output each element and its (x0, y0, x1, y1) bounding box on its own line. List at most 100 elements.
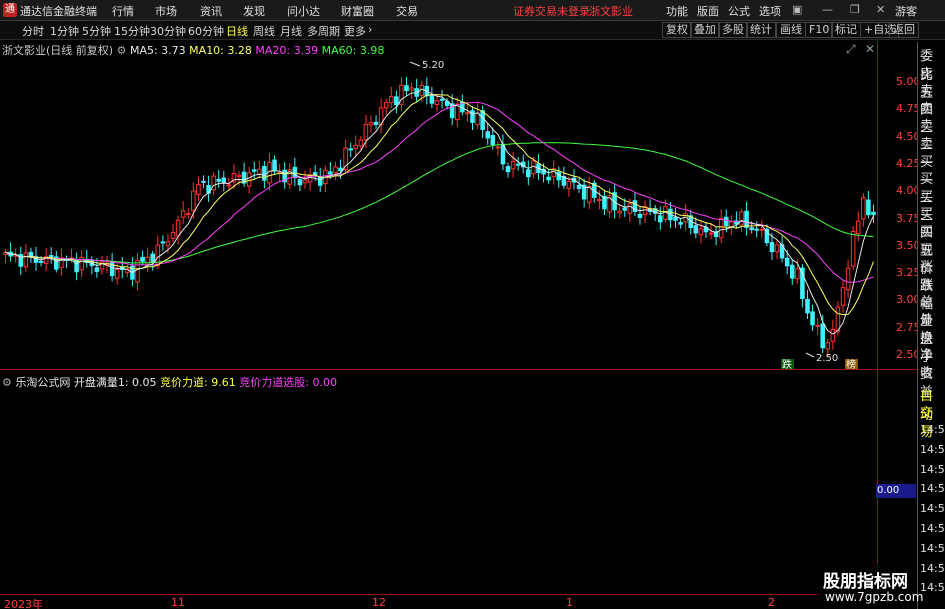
side-time: 14:56 (920, 581, 945, 595)
candle-body (170, 232, 176, 239)
candle-body (221, 177, 227, 184)
candle-body (673, 216, 678, 221)
ma20-line (5, 101, 874, 283)
candle-body (216, 178, 221, 182)
candle-body (789, 264, 795, 279)
bid-power-label: 竞价力道: 9.61 (160, 376, 236, 389)
candlestick-chart[interactable]: 5.202.50跌榜 (0, 0, 877, 594)
watermark-title: 股朋指标网 (823, 572, 908, 592)
side-time: 14:56 (920, 462, 945, 476)
candle-body (515, 163, 521, 166)
low-marker: 2.50 (816, 353, 838, 364)
open-full-label: 开盘满量1: 0.05 (73, 376, 157, 389)
candle-body (383, 102, 389, 109)
candle-body (754, 228, 760, 231)
candle-body (165, 241, 171, 247)
candle-body (196, 184, 201, 195)
candle-body (74, 259, 79, 273)
candle-body (191, 190, 196, 211)
candle-body (358, 139, 364, 147)
side-time: 14:56 (920, 522, 945, 535)
watermark-url: www.7gpzb.com (825, 590, 924, 604)
candle-body (48, 254, 54, 257)
date-tick: 2 (768, 596, 775, 609)
candle-body (744, 210, 749, 228)
candle-body (855, 220, 861, 235)
side-time: 14:56 (920, 541, 945, 555)
candle-body (739, 211, 744, 226)
candle-body (845, 267, 851, 291)
candle-body (723, 216, 729, 227)
side-time: 14:56 (920, 442, 945, 456)
candle-body (871, 211, 876, 216)
candle-body (389, 96, 394, 104)
candle-body (729, 221, 734, 228)
candle-body (333, 166, 338, 174)
candle-body (328, 171, 333, 175)
candle-body (38, 260, 44, 263)
candle-body (114, 269, 120, 279)
bid-select-label: 竞价力道选股: 0.00 (239, 376, 337, 389)
candle-body (368, 122, 374, 126)
date-tick: 12 (372, 596, 386, 609)
candle-body (23, 252, 29, 268)
candle-body (840, 287, 846, 306)
back-button[interactable]: 返回 (889, 22, 919, 38)
candle-body (769, 242, 775, 253)
candle-body (272, 159, 277, 172)
candle-body (348, 148, 353, 151)
settings-icon[interactable]: ⚙ (2, 376, 15, 389)
candle-body (597, 199, 602, 202)
close-icon[interactable]: ✕ (876, 3, 885, 16)
candle-body (302, 179, 308, 184)
candle-body (434, 100, 440, 105)
candle-body (180, 210, 186, 218)
candle-body (805, 298, 810, 314)
candle-body (505, 166, 511, 173)
side-time: 14:56 (920, 502, 945, 516)
candle-body (795, 268, 800, 280)
candle-body (749, 227, 754, 231)
candle-body (109, 261, 115, 277)
candle-body (317, 176, 323, 186)
candle-body (246, 172, 252, 187)
candle-body (439, 98, 445, 101)
candle-body (622, 207, 628, 211)
candle-body (490, 134, 496, 146)
candle-body (150, 253, 156, 264)
date-tick: 2023年 (4, 598, 43, 609)
candle-body (404, 85, 409, 92)
candle-body (495, 146, 501, 149)
ma60-line (5, 142, 874, 264)
formula-name[interactable]: 乐淘公式网 (15, 376, 70, 389)
candle-body (830, 328, 836, 342)
low-marker-pointer (805, 352, 815, 358)
candle-body (861, 197, 866, 220)
candle-body (363, 123, 369, 141)
candle-body (576, 184, 582, 189)
candle-body (617, 210, 622, 214)
candle-body (236, 174, 242, 178)
candle-body (708, 232, 714, 235)
candle-body (566, 180, 572, 189)
candle-body (394, 96, 399, 106)
candle-body (820, 323, 825, 349)
side-time: 14:56 (920, 423, 945, 436)
quote-side-panel: 委比 卖五 卖四 卖三 卖二 卖一 买一 买二 买三 买四 买五 现价 涨跌 涨幅 总量 外盘 换手 净资 收益 自动… (917, 42, 945, 609)
high-marker-pointer (409, 61, 421, 67)
candle-body (140, 256, 145, 262)
date-tick: 11 (171, 596, 185, 609)
candle-body (866, 199, 871, 216)
candle-body (135, 259, 140, 283)
candle-body (698, 228, 704, 236)
candle-body (185, 213, 191, 216)
side-time: 14:56 (920, 482, 945, 496)
candle-body (409, 87, 414, 91)
date-tick: 1 (566, 596, 573, 609)
price-axis: 5.00 4.75 4.50 4.25 4.00 3.75 3.50 3.25 3.00 2.75… (877, 42, 921, 369)
candle-body (226, 184, 232, 187)
candle-body (201, 180, 206, 183)
candle-body (429, 94, 435, 104)
pane-divider[interactable] (0, 369, 917, 370)
guest-label[interactable]: 游客 (895, 3, 917, 19)
